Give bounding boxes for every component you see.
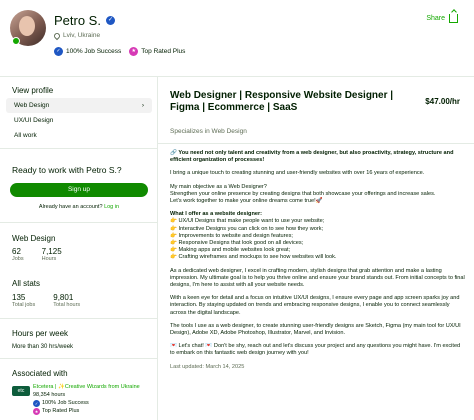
view-profile-ux-ui-design[interactable]: UX/UI Design xyxy=(6,113,152,128)
share-label: Share xyxy=(426,15,445,22)
location-pin-icon xyxy=(52,31,62,40)
top-rated-icon: ★ xyxy=(33,407,40,415)
desc-line: Let's work together to make your online … xyxy=(170,198,323,205)
chevron-right-icon: › xyxy=(141,102,144,109)
offer-item: 👉 Interactive Designs you can click on t… xyxy=(170,225,324,232)
profile-header: Petro S. ✓ Lviv, Ukraine ✓ 100% Job Succ… xyxy=(0,0,474,77)
desc-paragraph-5: The tools I use as a web designer, to cr… xyxy=(170,322,461,337)
stat-jobs: 62 Jobs xyxy=(12,247,24,262)
stat-hours: 7,125 Hours xyxy=(42,247,62,262)
login-link[interactable]: Log in xyxy=(104,204,119,210)
main-content: Web Designer | Responsive Website Design… xyxy=(158,77,474,420)
desc-paragraph-6: 💌 Let's chat! 💌 Don't be shy, reach out … xyxy=(170,343,461,357)
desc-paragraph-3: As a dedicated web designer, I excel in … xyxy=(170,267,465,289)
stat-value: 9,801 xyxy=(53,293,74,302)
stat-value: 62 xyxy=(12,247,21,256)
stat-value: 135 xyxy=(12,293,26,302)
agency-job-success: ✓ 100% Job Success xyxy=(33,399,157,407)
profile-description: 🔗 You need not only talent and creativit… xyxy=(170,150,466,377)
agency-top-rated: ★ Top Rated Plus xyxy=(33,407,157,415)
desc-paragraph-4: With a keen eye for detail and a focus o… xyxy=(170,295,460,316)
desc-line: My main objective as a Web Designer? xyxy=(170,183,267,190)
job-success-icon: ✓ xyxy=(54,47,63,56)
sidebar: View profile Web Design › UX/UI Design A… xyxy=(0,77,158,420)
view-profile-web-design[interactable]: Web Design › xyxy=(6,98,152,113)
top-rated-text: Top Rated Plus xyxy=(141,48,186,55)
freelancer-name: Petro S. xyxy=(54,13,101,28)
offer-item: 👉 UX/UI Designs that make people want to… xyxy=(170,218,325,225)
hours-per-week-value: More than 30 hrs/week xyxy=(12,344,74,350)
view-profile-all-work[interactable]: All work xyxy=(6,128,152,143)
agency-hours: 98,354 hours xyxy=(33,392,66,398)
stat-total-jobs: 135 Total jobs xyxy=(12,293,35,308)
location: Lviv, Ukraine xyxy=(52,31,101,40)
agency-logo[interactable]: etc xyxy=(12,386,30,396)
ready-title: Ready to work with Petro S.? xyxy=(12,165,122,175)
stat-total-hours: 9,801 Total hours xyxy=(53,293,80,308)
agency-trp-text: Top Rated Plus xyxy=(42,408,80,414)
hours-per-week: Hours per week More than 30 hrs/week xyxy=(0,319,158,359)
job-success-icon: ✓ xyxy=(33,399,40,407)
stat-label: Total jobs xyxy=(12,302,36,308)
offer-item: 👉 Improvements to website and design fea… xyxy=(170,232,293,239)
top-rated-icon: ★ xyxy=(129,47,139,56)
share-icon xyxy=(449,14,458,23)
intro-text: 🔗 You need not only talent and creativit… xyxy=(170,150,454,164)
last-updated: Last updated: March 14, 2025 xyxy=(170,363,245,370)
associated-with: Associated with etc Etcetera | ✨Creative… xyxy=(0,359,158,420)
associated-title: Associated with xyxy=(12,369,68,378)
agency-jss-text: 100% Job Success xyxy=(42,400,89,406)
profile-title: Web Designer | Responsive Website Design… xyxy=(170,90,394,113)
location-text: Lviv, Ukraine xyxy=(63,32,101,39)
agency-name-link[interactable]: Etcetera | ✨Creative Wizards from Ukrain… xyxy=(33,383,157,391)
share-button[interactable]: Share xyxy=(426,14,458,23)
job-success-badge: ✓ 100% Job Success xyxy=(54,47,121,56)
view-profile-section: View profile Web Design › UX/UI Design A… xyxy=(0,77,158,149)
signup-button[interactable]: Sign up xyxy=(10,183,148,197)
all-stats-title: All stats xyxy=(12,279,41,288)
verified-icon: ✓ xyxy=(105,16,115,25)
divider xyxy=(158,143,474,144)
signup-section: Ready to work with Petro S.? Sign up Alr… xyxy=(0,149,158,223)
desc-line: Strengthen your online presence by creat… xyxy=(170,190,436,197)
web-design-stats-title: Web Design xyxy=(12,234,56,243)
stat-label: Total hours xyxy=(53,302,81,308)
top-rated-badge: ★ Top Rated Plus xyxy=(129,47,185,56)
offer-item: 👉 Crafting wireframes and mockups to see… xyxy=(170,254,337,261)
all-stats: All stats 135 Total jobs 9,801 Total hou… xyxy=(0,269,158,319)
stat-value: 7,125 xyxy=(41,247,62,256)
login-prompt: Already have an account? Log in xyxy=(0,204,158,210)
view-profile-title: View profile xyxy=(12,86,54,95)
offer-list: What I offer as a website designer: 👉 UX… xyxy=(170,211,466,261)
hourly-rate: $47.00/hr xyxy=(425,97,460,106)
job-success-text: 100% Job Success xyxy=(66,48,122,55)
desc-paragraph-1: I bring a unique touch to creating stunn… xyxy=(170,170,425,177)
hours-per-week-title: Hours per week xyxy=(12,329,69,338)
web-design-stats: Web Design 62 Jobs 7,125 Hours xyxy=(0,223,158,269)
desc-paragraph-2: My main objective as a Web Designer? Str… xyxy=(170,184,466,206)
view-profile-item-label: Web Design xyxy=(14,102,50,109)
stat-label: Hours xyxy=(41,256,57,262)
stat-label: Jobs xyxy=(12,256,24,262)
specializes-text: Specializes in Web Design xyxy=(170,128,247,135)
account-text: Already have an account? xyxy=(38,204,103,210)
online-status-dot xyxy=(12,37,20,45)
